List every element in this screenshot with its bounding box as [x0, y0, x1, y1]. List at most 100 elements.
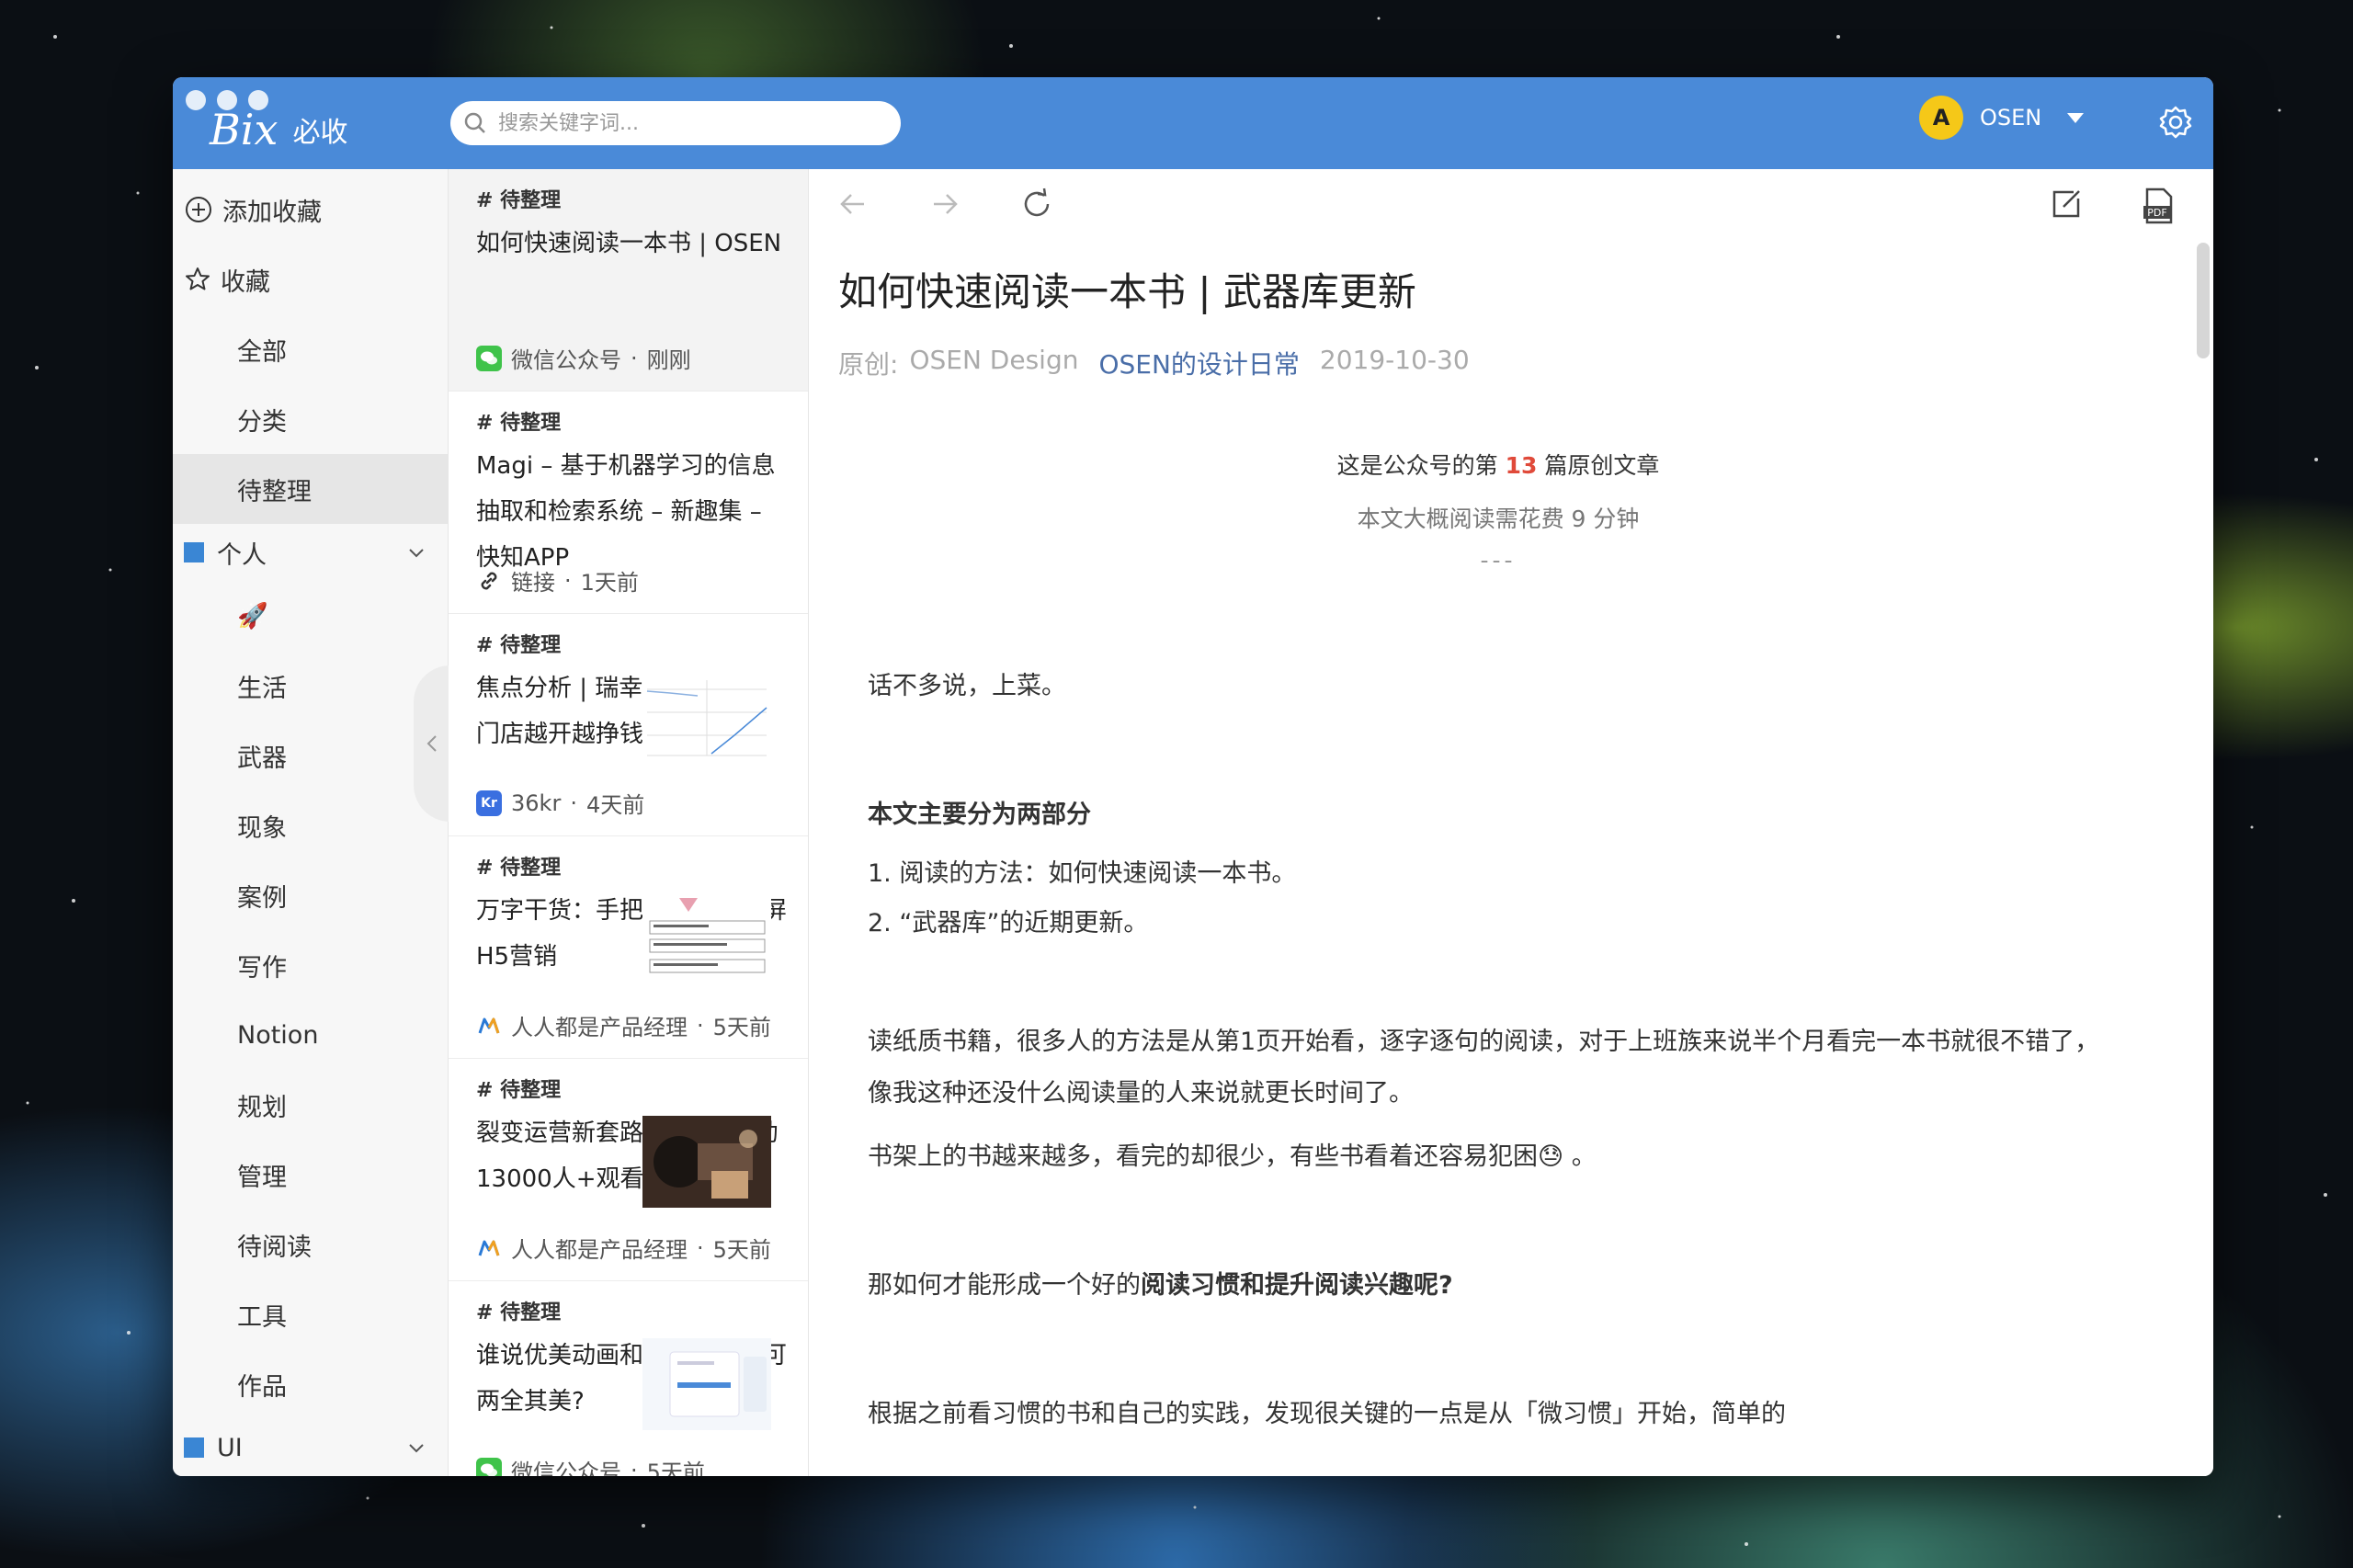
pdf-icon[interactable]: PDF	[2140, 186, 2177, 226]
sidebar-item-category[interactable]: 分类	[173, 384, 448, 454]
group-label: 个人	[217, 540, 267, 570]
group-color-square	[184, 542, 204, 562]
item-thumbnail	[642, 671, 771, 763]
sidebar-item-rocket[interactable]: 🚀	[173, 581, 448, 651]
sidebar-item-life[interactable]: 生活	[173, 651, 448, 721]
sidebar-item-works[interactable]: 作品	[173, 1349, 448, 1419]
intro-number: 13	[1505, 452, 1538, 479]
sidebar-item-tools[interactable]: 工具	[173, 1279, 448, 1349]
add-bookmark-button[interactable]: 添加收藏	[173, 175, 448, 244]
item-source: 人人都是产品经理	[511, 1237, 688, 1263]
article-title: 如何快速阅读一本书 | 武器库更新	[838, 269, 1416, 314]
logo-text: 必收	[292, 117, 348, 149]
item-thumbnail	[642, 893, 771, 985]
article-author: OSEN Design	[909, 345, 1079, 375]
item-tag: # 待整理	[476, 189, 562, 212]
sidebar-group-ui[interactable]: UI	[173, 1419, 448, 1476]
edit-icon[interactable]	[2048, 186, 2085, 222]
list-item[interactable]: # 待整理 Magi – 基于机器学习的信息抽取和检索系统 – 新趣集 – 快知…	[449, 392, 808, 614]
search-box[interactable]	[450, 101, 901, 145]
sidebar-item-unsorted[interactable]: 待整理	[173, 454, 448, 524]
sidebar: 添加收藏 收藏 全部 分类 待整理 个人 🚀 生活 武器 现象 案例 写作 No…	[173, 169, 449, 1476]
plus-circle-icon	[186, 197, 211, 222]
chevron-down-icon	[409, 1444, 424, 1453]
reader-toolbar: PDF	[809, 169, 2213, 239]
woshipm-icon	[476, 1235, 502, 1261]
gear-icon[interactable]	[2158, 105, 2193, 140]
group-color-square	[184, 1437, 204, 1458]
sidebar-item-planning[interactable]: 规划	[173, 1070, 448, 1140]
item-title: 如何快速阅读一本书 | OSEN	[476, 230, 782, 257]
sidebar-item-notion[interactable]: Notion	[173, 1000, 448, 1070]
forward-arrow-icon[interactable]	[926, 186, 963, 222]
list-item[interactable]: # 待整理 万字干货：手把手教你做刷屏H5营销 人人都是产品经理 · 5天前	[449, 836, 808, 1059]
refresh-icon[interactable]	[1018, 186, 1055, 222]
item-meta: 人人都是产品经理 · 5天前	[476, 1232, 771, 1264]
back-arrow-icon[interactable]	[835, 186, 871, 222]
star-icon	[186, 267, 210, 290]
item-time: 5天前	[712, 1015, 771, 1040]
article-list: # 待整理 如何快速阅读一本书 | OSEN 微信公众号 · 刚刚 # 待整理 …	[449, 169, 809, 1476]
user-name: OSEN	[1980, 105, 2042, 131]
item-meta: Kr 36kr · 4天前	[476, 787, 644, 819]
collapse-sidebar-button[interactable]	[414, 665, 450, 822]
article-content: 如何快速阅读一本书 | 武器库更新 原创: OSEN Design OSEN的设…	[838, 261, 2158, 1439]
list-item-text: 2. “武器库”的近期更新。	[868, 909, 1149, 937]
sidebar-item-weapons[interactable]: 武器	[173, 721, 448, 790]
sidebar-item-writing[interactable]: 写作	[173, 930, 448, 1000]
sidebar-item-to-read[interactable]: 待阅读	[173, 1210, 448, 1279]
item-time: 刚刚	[646, 347, 691, 373]
avatar: A	[1919, 96, 1963, 140]
chevron-down-icon	[409, 549, 424, 558]
sidebar-item-phenomena[interactable]: 现象	[173, 790, 448, 860]
read-time: 本文大概阅读需花费 9 分钟	[1357, 506, 1640, 532]
group-label: UI	[217, 1433, 243, 1462]
sidebar-item-favorites[interactable]: 收藏	[173, 244, 448, 314]
item-tag: # 待整理	[476, 1301, 562, 1324]
search-icon	[464, 112, 485, 133]
sidebar-item-label: 添加收藏	[222, 198, 322, 227]
list-item[interactable]: # 待整理 裂变运营新套路：0粉丝撬动13000人+观看直播 人人都是产品经理 …	[449, 1059, 808, 1281]
item-meta: 人人都是产品经理 · 5天前	[476, 1009, 771, 1041]
item-title: Magi – 基于机器学习的信息抽取和检索系统 – 新趣集 – 快知APP	[476, 452, 776, 572]
logo-mark: Bix	[210, 105, 278, 154]
divider: ---	[1480, 547, 1517, 574]
article-account-link[interactable]: OSEN的设计日常	[1098, 345, 1299, 381]
item-meta: 链接 · 1天前	[476, 564, 639, 597]
search-input[interactable]	[498, 111, 866, 135]
close-window-button[interactable]	[186, 90, 206, 110]
app-window: Bix 必收 A OSEN 添加收藏 收藏 全部 分类 待整理	[173, 77, 2213, 1476]
item-time: 5天前	[712, 1237, 771, 1263]
sidebar-item-all[interactable]: 全部	[173, 314, 448, 384]
sidebar-item-management[interactable]: 管理	[173, 1140, 448, 1210]
item-source: 36kr	[511, 790, 562, 816]
item-time: 1天前	[580, 570, 639, 596]
title-bar: Bix 必收 A OSEN	[173, 77, 2213, 169]
scrollbar[interactable]	[2197, 243, 2210, 358]
sidebar-item-label: 收藏	[221, 267, 270, 297]
wechat-icon	[476, 1457, 502, 1476]
list-item[interactable]: # 待整理 焦点分析 | 瑞幸实现诺言，门店越开越挣钱 Kr 36kr · 4天…	[449, 614, 808, 836]
36kr-icon: Kr	[476, 790, 502, 816]
item-thumbnail	[642, 1338, 771, 1430]
user-menu[interactable]: A OSEN	[1919, 96, 2085, 140]
section-heading: 本文主要分为两部分	[868, 801, 1091, 829]
list-item-text: 1. 阅读的方法：如何快速阅读一本书。	[868, 859, 1297, 888]
item-source: 微信公众号	[511, 1460, 621, 1476]
paragraph: 书架上的书越来越多，看完的却很少，有些书看着还容易犯困😓 。	[868, 1142, 1597, 1171]
list-item[interactable]: # 待整理 如何快速阅读一本书 | OSEN 微信公众号 · 刚刚	[449, 169, 808, 392]
article-origin: 原创:	[838, 349, 899, 380]
app-logo: Bix 必收	[210, 105, 347, 154]
item-tag: # 待整理	[476, 857, 562, 880]
list-item[interactable]: # 待整理 谁说优美动画和高效性能不可两全其美? 微信公众号 · 5天前	[449, 1281, 808, 1476]
sidebar-item-cases[interactable]: 案例	[173, 860, 448, 930]
paragraph: 那如何才能形成一个好的阅读习惯和提升阅读兴趣呢?	[868, 1271, 1453, 1300]
chevron-left-icon	[426, 735, 437, 752]
item-source: 微信公众号	[511, 347, 621, 373]
item-thumbnail	[642, 1116, 771, 1208]
item-source: 人人都是产品经理	[511, 1015, 688, 1040]
item-time: 4天前	[585, 792, 645, 818]
item-meta: 微信公众号 · 5天前	[476, 1454, 705, 1476]
sidebar-group-personal[interactable]: 个人	[173, 524, 448, 581]
woshipm-icon	[476, 1013, 502, 1039]
